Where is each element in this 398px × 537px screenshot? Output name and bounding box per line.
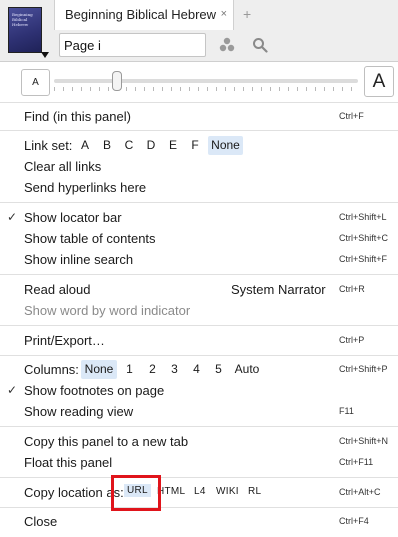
menu-item-word-indicator: Show word by word indicator	[0, 300, 398, 321]
menu-item-label: Send hyperlinks here	[24, 180, 147, 195]
menu-item-show-locator-bar[interactable]: ✓ Show locator bar Ctrl+Shift+L	[0, 207, 398, 228]
menu-item-copy-location: Copy location as: URL HTML L4 WIKI RL Ct…	[0, 482, 398, 503]
menu-shortcut: Ctrl+F	[339, 111, 364, 121]
menu-shortcut: Ctrl+F4	[339, 516, 369, 526]
link-set-option-d[interactable]: D	[143, 136, 159, 155]
menu-item-send-hyperlinks[interactable]: Send hyperlinks here	[0, 177, 398, 198]
menu-item-label: Clear all links	[24, 159, 102, 174]
zoom-slider-thumb[interactable]	[112, 71, 122, 91]
menu-item-label: Show reading view	[24, 404, 134, 419]
menu-item-float-panel[interactable]: Float this panel Ctrl+F11	[0, 452, 398, 473]
menu-item-show-footnotes[interactable]: ✓ Show footnotes on page	[0, 380, 398, 401]
menu-item-label: Read aloud	[24, 282, 91, 297]
menu-shortcut: Ctrl+R	[339, 284, 365, 294]
link-set-option-e[interactable]: E	[165, 136, 181, 155]
menu-item-label: Show word by word indicator	[24, 303, 191, 318]
copy-location-option-wiki[interactable]: WIKI	[216, 486, 239, 497]
columns-option-3[interactable]: 3	[166, 360, 183, 379]
parallel-resources-icon[interactable]	[219, 37, 235, 53]
columns-option-4[interactable]: 4	[188, 360, 205, 379]
link-set-option-b[interactable]: B	[99, 136, 115, 155]
menu-divider	[0, 507, 398, 508]
menu-item-label: Show table of contents	[24, 231, 156, 246]
menu-divider	[0, 102, 398, 103]
menu-divider	[0, 477, 398, 478]
page-locator-input[interactable]	[59, 33, 206, 57]
columns-option-5[interactable]: 5	[210, 360, 227, 379]
menu-item-label: Show locator bar	[24, 210, 122, 225]
menu-item-label: Show inline search	[24, 252, 134, 267]
menu-item-show-inline-search[interactable]: Show inline search Ctrl+Shift+F	[0, 249, 398, 270]
menu-item-label: Print/Export…	[24, 333, 105, 348]
menu-item-copy-panel[interactable]: Copy this panel to a new tab Ctrl+Shift+…	[0, 431, 398, 452]
zoom-slider-row: A A	[0, 62, 398, 102]
menu-shortcut: Ctrl+Shift+P	[339, 364, 388, 374]
columns-option-1[interactable]: 1	[121, 360, 138, 379]
search-icon[interactable]	[252, 37, 268, 53]
menu-item-link-set: Link set: A B C D E F None	[0, 135, 398, 156]
menu-divider	[0, 130, 398, 131]
cover-menu-arrow-icon[interactable]	[41, 52, 49, 58]
increase-font-button[interactable]: A	[364, 66, 394, 97]
menu-item-label: Find (in this panel)	[24, 109, 131, 124]
menu-item-read-aloud[interactable]: Read aloud System Narrator Ctrl+R	[0, 279, 398, 300]
close-tab-icon[interactable]: ×	[221, 8, 227, 20]
menu-item-find[interactable]: Find (in this panel) Ctrl+F	[0, 106, 398, 127]
menu-divider	[0, 426, 398, 427]
menu-divider	[0, 325, 398, 326]
copy-location-option-rl[interactable]: RL	[248, 486, 261, 497]
tab-title: Beginning Biblical Hebrew	[65, 7, 217, 22]
menu-shortcut: Ctrl+Alt+C	[339, 487, 381, 497]
check-icon: ✓	[7, 210, 18, 224]
menu-shortcut: F11	[339, 406, 354, 416]
copy-location-option-html[interactable]: HTML	[157, 486, 185, 497]
menu-item-label: Copy this panel to a new tab	[24, 434, 189, 449]
menu-item-show-reading-view[interactable]: Show reading view F11	[0, 401, 398, 422]
tab-active[interactable]: Beginning Biblical Hebrew ×	[54, 0, 234, 30]
highlight-annotation-box	[111, 475, 161, 511]
add-tab-icon[interactable]: +	[243, 6, 251, 22]
columns-option-2[interactable]: 2	[144, 360, 161, 379]
link-set-option-f[interactable]: F	[187, 136, 203, 155]
menu-item-clear-links[interactable]: Clear all links	[0, 156, 398, 177]
menu-item-close[interactable]: Close Ctrl+F4	[0, 511, 398, 532]
columns-label: Columns:	[24, 362, 79, 377]
menu-divider	[0, 202, 398, 203]
book-cover-title: Beginning Biblical Hebrew	[12, 12, 33, 27]
panel-header: Beginning Biblical Hebrew Beginning Bibl…	[0, 0, 398, 62]
menu-divider	[0, 355, 398, 356]
menu-shortcut: Ctrl+Shift+F	[339, 254, 388, 264]
copy-location-label: Copy location as:	[24, 485, 124, 500]
menu-shortcut: Ctrl+Shift+C	[339, 233, 389, 243]
check-icon: ✓	[7, 383, 18, 397]
decrease-font-button[interactable]: A	[21, 69, 50, 96]
menu-item-show-toc[interactable]: Show table of contents Ctrl+Shift+C	[0, 228, 398, 249]
menu-item-print-export[interactable]: Print/Export… Ctrl+P	[0, 330, 398, 351]
menu-item-label: Close	[24, 514, 58, 529]
columns-option-auto[interactable]: Auto	[231, 360, 263, 379]
menu-shortcut: Ctrl+P	[339, 335, 365, 345]
book-cover-thumbnail[interactable]: Beginning Biblical Hebrew	[8, 7, 42, 53]
menu-divider	[0, 274, 398, 275]
menu-item-columns: Columns: None 1 2 3 4 5 Auto Ctrl+Shift+…	[0, 359, 398, 380]
link-set-option-a[interactable]: A	[77, 136, 93, 155]
menu-shortcut: Ctrl+Shift+L	[339, 212, 387, 222]
menu-item-label: Show footnotes on page	[24, 383, 165, 398]
menu-shortcut: Ctrl+Shift+N	[339, 436, 389, 446]
link-set-option-c[interactable]: C	[121, 136, 137, 155]
link-set-option-none[interactable]: None	[208, 136, 243, 155]
columns-option-none[interactable]: None	[81, 360, 117, 379]
menu-item-label: Float this panel	[24, 455, 113, 470]
zoom-slider-track[interactable]	[54, 79, 358, 83]
narrator-voice-select[interactable]: System Narrator	[231, 282, 326, 297]
zoom-slider-ticks	[54, 87, 358, 91]
link-set-label: Link set:	[24, 138, 73, 153]
copy-location-option-l4[interactable]: L4	[194, 486, 206, 497]
menu-shortcut: Ctrl+F11	[339, 457, 374, 467]
